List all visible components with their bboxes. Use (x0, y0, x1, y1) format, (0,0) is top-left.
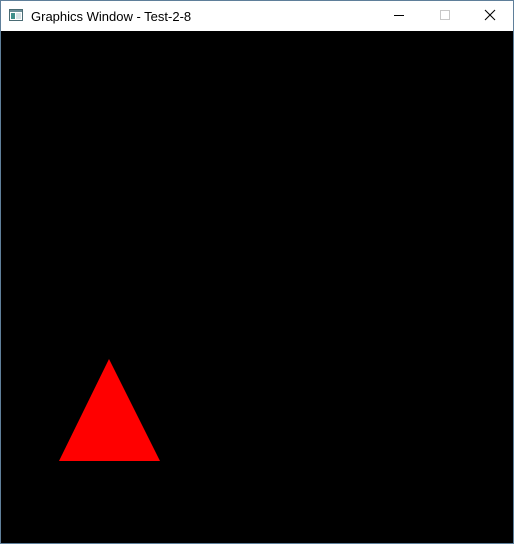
minimize-button[interactable] (376, 1, 422, 31)
title-bar[interactable]: Graphics Window - Test-2-8 (1, 1, 513, 31)
red-triangle (59, 359, 160, 461)
canvas-drawing (59, 359, 160, 461)
graphics-canvas[interactable] (1, 31, 513, 543)
close-icon (484, 9, 496, 24)
graphics-window: Graphics Window - Test-2-8 (0, 0, 514, 544)
maximize-icon (439, 9, 451, 24)
app-window-icon (9, 9, 23, 21)
window-title: Graphics Window - Test-2-8 (31, 9, 192, 24)
close-button[interactable] (467, 1, 513, 31)
minimize-icon (393, 9, 405, 24)
maximize-button[interactable] (422, 1, 468, 31)
